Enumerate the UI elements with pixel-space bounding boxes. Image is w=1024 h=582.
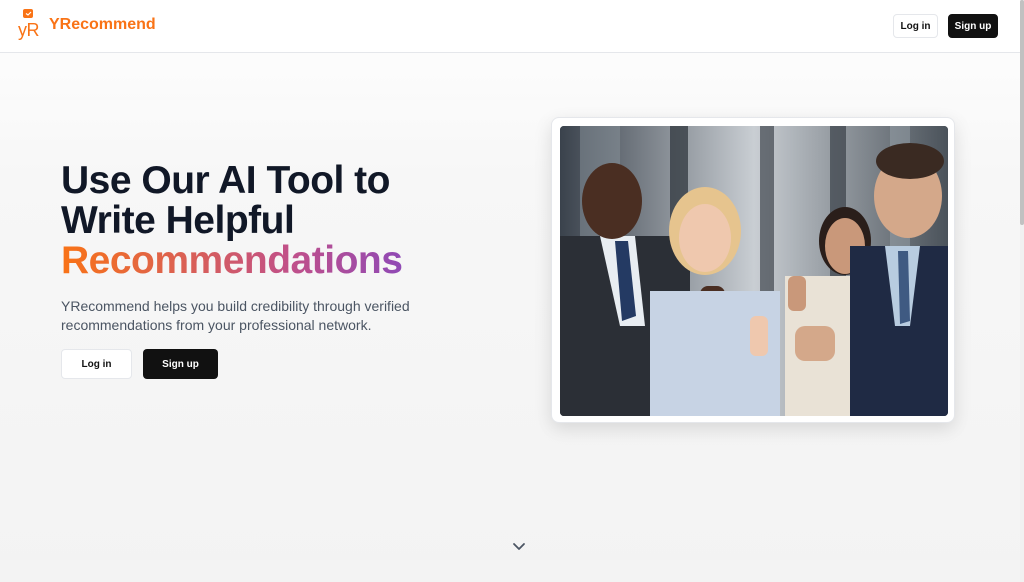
hero-login-button[interactable]: Log in (61, 349, 132, 379)
logo[interactable]: yR (18, 8, 42, 42)
header-signup-button[interactable]: Sign up (948, 14, 998, 38)
header-login-button[interactable]: Log in (893, 14, 938, 38)
team-photo (560, 126, 948, 416)
scrollbar-thumb[interactable] (1020, 0, 1024, 225)
hero-title-highlight: Recommendations (61, 241, 481, 281)
scrollbar[interactable] (1020, 0, 1024, 582)
hero-title-line-1: Use Our AI Tool to (61, 159, 391, 202)
hero-subtitle: YRecommend helps you build credibility t… (61, 298, 410, 333)
top-nav: yR YRecommend Log in Sign up (0, 0, 1020, 53)
chevron-down-icon[interactable] (511, 540, 527, 552)
logo-mark: yR (18, 8, 42, 42)
logo-letters: yR (18, 20, 40, 40)
check-badge-icon (23, 9, 33, 18)
hero-title-line-2: Write Helpful (61, 199, 295, 242)
hero-title: Use Our AI Tool to Write Helpful Recomme… (61, 161, 481, 281)
team-photo-illustration (560, 126, 948, 416)
hero-image-card (551, 117, 955, 423)
hero-signup-button[interactable]: Sign up (143, 349, 218, 379)
brand-name[interactable]: YRecommend (49, 16, 156, 34)
